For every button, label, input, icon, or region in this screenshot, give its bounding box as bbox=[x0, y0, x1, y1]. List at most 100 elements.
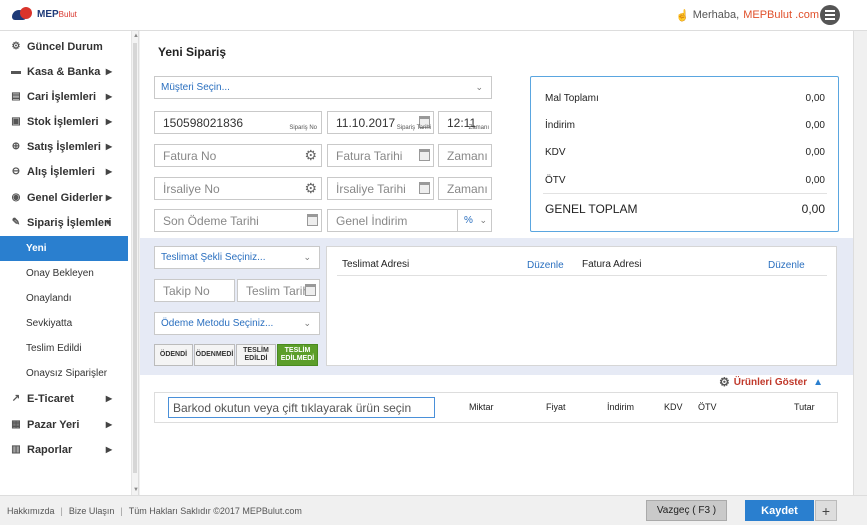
address-panel: Teslimat Adresi Düzenle Fatura Adresi Dü… bbox=[326, 246, 837, 366]
calendar-icon[interactable] bbox=[307, 214, 318, 226]
order-time-field[interactable]: 12:11 Zamanı bbox=[438, 111, 492, 134]
customer-select[interactable]: Müşteri Seçin... ⌄ bbox=[154, 76, 492, 99]
chevron-right-icon: ▶ bbox=[105, 142, 112, 151]
total-row: KDV 0,00 bbox=[545, 147, 825, 158]
chevron-right-icon: ▶ bbox=[105, 445, 112, 454]
cloud-logo-icon bbox=[12, 6, 34, 22]
edit-invoice-address-link[interactable]: Düzenle bbox=[768, 260, 805, 271]
sidebar-sub-onay-bekleyen[interactable]: Onay Bekleyen bbox=[0, 261, 128, 286]
sidebar-item-label: Güncel Durum bbox=[27, 40, 103, 53]
waybill-date-field[interactable]: İrsaliye Tarihi bbox=[327, 177, 434, 200]
product-grid-header: Barkod okutun veya çift tıklayarak ürün … bbox=[154, 392, 838, 423]
logo-sub-text: Bulut bbox=[58, 9, 77, 19]
purchase-icon: ⊖ bbox=[11, 166, 21, 177]
gear-icon[interactable]: ⚙ bbox=[719, 375, 730, 389]
calendar-icon[interactable] bbox=[419, 182, 430, 194]
delivery-method-select[interactable]: Teslimat Şekli Seçiniz... ⌄ bbox=[154, 246, 320, 269]
sidebar-item-pazar-yeri[interactable]: ▦ Pazar Yeri ▶ bbox=[0, 412, 128, 437]
chevron-right-icon: ▶ bbox=[105, 394, 112, 403]
total-row: Mal Toplamı 0,00 bbox=[545, 93, 825, 104]
status-delivered-button[interactable]: TESLİM EDİLDİ bbox=[236, 344, 276, 366]
greeting-text: Merhaba, bbox=[692, 9, 740, 21]
sidebar-sub-onaysiz[interactable]: Onaysız Siparişler bbox=[0, 361, 128, 386]
cancel-button[interactable]: Vazgeç ( F3 ) bbox=[646, 500, 727, 521]
waybill-no-field[interactable]: İrsaliye No ⚙ bbox=[154, 177, 322, 200]
barcode-input[interactable]: Barkod okutun veya çift tıklayarak ürün … bbox=[168, 397, 435, 418]
divider bbox=[337, 275, 827, 276]
logo-main-text: MEP bbox=[37, 8, 59, 20]
sidebar-item-kasa-banka[interactable]: ▬ Kasa & Banka ▶ bbox=[0, 59, 128, 84]
contact-link[interactable]: Bize Ulaşın bbox=[69, 506, 115, 516]
chevron-down-icon: ⌄ bbox=[303, 252, 311, 262]
sidebar-item-alis[interactable]: ⊖ Alış İşlemleri ▶ bbox=[0, 159, 128, 184]
edit-delivery-address-link[interactable]: Düzenle bbox=[527, 260, 564, 271]
logo[interactable]: MEPBulut bbox=[12, 6, 77, 22]
sidebar-item-genel-giderler[interactable]: ◉ Genel Giderler ▶ bbox=[0, 185, 128, 210]
main-content: Yeni Sipariş Müşteri Seçin... ⌄ 150598021… bbox=[140, 31, 853, 495]
invoice-no-field[interactable]: Fatura No ⚙ bbox=[154, 144, 322, 167]
chevron-up-icon[interactable]: ▲ bbox=[813, 377, 823, 388]
sidebar-item-label: Raporlar bbox=[27, 443, 73, 456]
column-header: Tutar bbox=[794, 402, 815, 412]
status-unpaid-button[interactable]: ÖDENMEDİ bbox=[194, 344, 235, 366]
invoice-time-field[interactable]: Zamanı bbox=[438, 144, 492, 167]
chevron-down-icon: ⌄ bbox=[303, 318, 311, 328]
sidebar-item-label: Genel Giderler bbox=[27, 191, 103, 204]
about-link[interactable]: Hakkımızda bbox=[7, 506, 55, 516]
order-date-field[interactable]: 11.10.2017 Sipariş Tarihi bbox=[327, 111, 434, 134]
tracking-no-field[interactable]: Takip No bbox=[154, 279, 235, 302]
delivery-date-field[interactable]: Teslim Tarihi bbox=[237, 279, 320, 302]
total-row: İndirim 0,00 bbox=[545, 120, 825, 131]
save-button[interactable]: Kaydet bbox=[745, 500, 814, 521]
calendar-icon[interactable] bbox=[305, 284, 316, 296]
sidebar-item-label: Kasa & Banka bbox=[27, 65, 101, 78]
column-header: ÖTV bbox=[698, 402, 717, 412]
scroll-up-icon[interactable]: ▲ bbox=[133, 33, 139, 39]
scroll-down-icon[interactable]: ▼ bbox=[133, 487, 139, 493]
chevron-right-icon: ▶ bbox=[105, 167, 112, 176]
waybill-time-field[interactable]: Zamanı bbox=[438, 177, 492, 200]
sidebar-item-siparis[interactable]: ✎ Sipariş İşlemleri ▼ bbox=[0, 210, 128, 235]
invoice-date-field[interactable]: Fatura Tarihi bbox=[327, 144, 434, 167]
sidebar-item-stok[interactable]: ▣ Stok İşlemleri ▶ bbox=[0, 109, 128, 134]
discount-type-select[interactable]: % ⌄ bbox=[457, 209, 492, 232]
chevron-down-icon: ▼ bbox=[104, 218, 112, 227]
gear-icon[interactable]: ⚙ bbox=[304, 180, 317, 197]
dashboard-icon: ⚙ bbox=[11, 41, 21, 52]
cash-icon: ▬ bbox=[11, 66, 21, 77]
due-date-field[interactable]: Son Ödeme Tarihi bbox=[154, 209, 322, 232]
hamburger-menu-icon[interactable] bbox=[820, 5, 840, 25]
sidebar-item-satis[interactable]: ⊕ Satış İşlemleri ▶ bbox=[0, 134, 128, 159]
greeting-brand: MEPBulut .com bbox=[743, 9, 819, 21]
sidebar-item-label: Stok İşlemleri bbox=[27, 115, 99, 128]
status-paid-button[interactable]: ÖDENDİ bbox=[154, 344, 193, 366]
orders-icon: ✎ bbox=[11, 217, 21, 228]
payment-method-select[interactable]: Ödeme Metodu Seçiniz... ⌄ bbox=[154, 312, 320, 335]
sidebar-item-guncel-durum[interactable]: ⚙ Güncel Durum bbox=[0, 34, 128, 59]
stock-icon: ▣ bbox=[11, 116, 21, 127]
sidebar-item-cari[interactable]: ▤ Cari İşlemleri ▶ bbox=[0, 84, 128, 109]
status-not-delivered-button[interactable]: TESLİM EDİLMEDİ bbox=[277, 344, 318, 366]
sidebar: ⚙ Güncel Durum ▬ Kasa & Banka ▶ ▤ Cari İşlem… bbox=[0, 31, 139, 495]
sidebar-sub-onaylandi[interactable]: Onaylandı bbox=[0, 286, 128, 311]
sidebar-sub-teslim-edildi[interactable]: Teslim Edildi bbox=[0, 336, 128, 361]
sidebar-sub-sevkiyatta[interactable]: Sevkiyatta bbox=[0, 311, 128, 336]
calendar-icon[interactable] bbox=[419, 149, 430, 161]
add-button[interactable]: + bbox=[815, 500, 837, 521]
main-scrollbar[interactable] bbox=[853, 31, 867, 495]
sidebar-item-raporlar[interactable]: ▥ Raporlar ▶ bbox=[0, 437, 128, 462]
show-products-toggle[interactable]: ⚙ Ürünleri Göster ▲ bbox=[719, 375, 823, 389]
delivery-address-label: Teslimat Adresi bbox=[342, 259, 410, 270]
sidebar-scrollbar[interactable]: ▲ ▼ bbox=[131, 31, 139, 495]
column-header: Miktar bbox=[469, 402, 494, 412]
sidebar-item-label: Satış İşlemleri bbox=[27, 140, 101, 153]
column-header: Fiyat bbox=[546, 402, 566, 412]
sidebar-sub-yeni[interactable]: Yeni bbox=[0, 236, 128, 261]
totals-panel: Mal Toplamı 0,00 İndirim 0,00 KDV 0,00 ÖTV 0… bbox=[530, 76, 839, 232]
chevron-right-icon: ▶ bbox=[105, 117, 112, 126]
gear-icon[interactable]: ⚙ bbox=[304, 147, 317, 164]
order-no-field[interactable]: 150598021836 Sipariş No bbox=[154, 111, 322, 134]
sidebar-item-eticaret[interactable]: ↗ E-Ticaret ▶ bbox=[0, 386, 128, 411]
sidebar-item-label: Pazar Yeri bbox=[27, 418, 80, 431]
general-discount-field[interactable]: Genel İndirim bbox=[327, 209, 458, 232]
